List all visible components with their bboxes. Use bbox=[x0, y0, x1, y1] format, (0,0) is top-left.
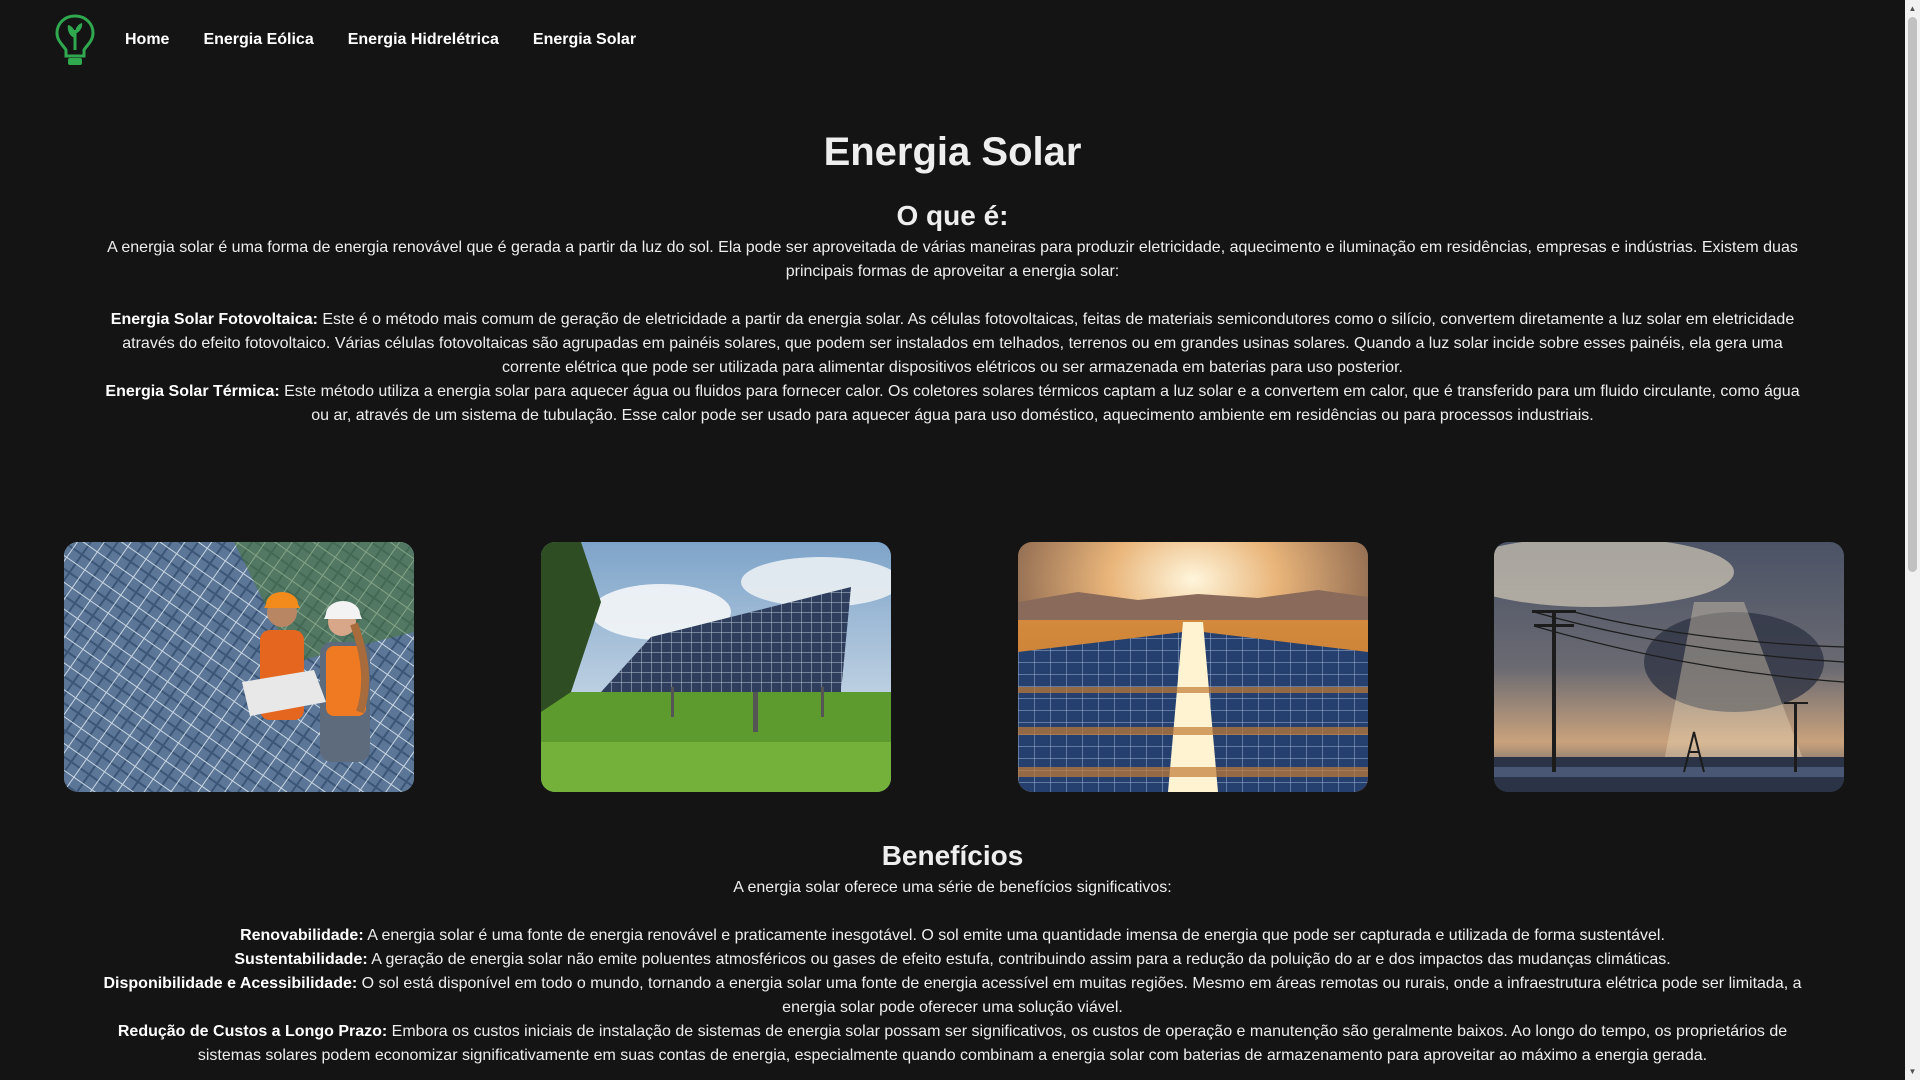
photo-solar-tracker-field bbox=[541, 542, 891, 792]
benefits-heading: Benefícios bbox=[881, 840, 1024, 871]
nav-link-energia-solar[interactable]: Energia Solar bbox=[533, 31, 636, 49]
photovoltaic-paragraph: Energia Solar Fotovoltaica: Este é o mét… bbox=[95, 308, 1810, 380]
thermal-paragraph: Energia Solar Térmica: Este método utili… bbox=[95, 380, 1810, 428]
nav-link-home[interactable]: Home bbox=[125, 31, 169, 49]
benefit-reducao-custos: Redução de Custos a Longo Prazo: Embora … bbox=[95, 1020, 1810, 1068]
scrollbar-thumb[interactable] bbox=[1908, 17, 1917, 572]
benefit-label: Redução de Custos a Longo Prazo: bbox=[117, 1023, 388, 1040]
benefit-label: Disponibilidade e Acessibilidade: bbox=[103, 975, 358, 992]
lightbulb-leaf-icon[interactable] bbox=[55, 14, 95, 66]
benefit-sustentabilidade: Sustentabilidade: A geração de energia s… bbox=[95, 948, 1810, 972]
vertical-scrollbar[interactable]: ▲ ▼ bbox=[1905, 0, 1920, 1080]
benefits-intro: A energia solar oferece uma série de ben… bbox=[733, 879, 1172, 896]
scroll-up-arrow-icon[interactable]: ▲ bbox=[1905, 0, 1920, 17]
photo-gallery bbox=[64, 542, 1844, 792]
benefit-text: Embora os custos iniciais de instalação … bbox=[197, 1023, 1788, 1064]
photovoltaic-text: Este é o método mais comum de geração de… bbox=[122, 311, 1795, 376]
benefit-text: O sol está disponível em todo o mundo, t… bbox=[357, 975, 1802, 1016]
photo-power-lines-sunset bbox=[1494, 542, 1844, 792]
what-is-intro: A energia solar é uma forma de energia r… bbox=[107, 239, 1798, 280]
top-nav: Home Energia Eólica Energia Hidrelétrica… bbox=[55, 14, 670, 66]
nav-link-energia-hidreletrica[interactable]: Energia Hidrelétrica bbox=[348, 31, 499, 49]
page-title: Energia Solar bbox=[823, 130, 1082, 174]
page: Home Energia Eólica Energia Hidrelétrica… bbox=[0, 0, 1905, 1080]
photo-desert-solar-farm bbox=[1018, 542, 1368, 792]
benefit-renovabilidade: Renovabilidade: A energia solar é uma fo… bbox=[95, 924, 1810, 948]
photo-engineers-solar-panels bbox=[64, 542, 414, 792]
thermal-text: Este método utiliza a energia solar para… bbox=[279, 383, 1800, 424]
benefit-text: A geração de energia solar não emite pol… bbox=[367, 951, 1671, 968]
scroll-down-arrow-icon[interactable]: ▼ bbox=[1905, 1063, 1920, 1080]
benefit-label: Renovabilidade: bbox=[240, 927, 364, 944]
photovoltaic-label: Energia Solar Fotovoltaica: bbox=[110, 311, 318, 328]
benefit-label: Sustentabilidade: bbox=[234, 951, 368, 968]
benefit-text: A energia solar é uma fonte de energia r… bbox=[363, 927, 1665, 944]
benefits-section: Benefícios A energia solar oferece uma s… bbox=[95, 836, 1810, 1068]
thermal-label: Energia Solar Térmica: bbox=[105, 383, 280, 400]
nav-link-energia-eolica[interactable]: Energia Eólica bbox=[203, 31, 313, 49]
intro-section: Energia Solar O que é: A energia solar é… bbox=[95, 120, 1810, 428]
what-is-heading: O que é: bbox=[896, 200, 1009, 231]
benefit-disponibilidade: Disponibilidade e Acessibilidade: O sol … bbox=[95, 972, 1810, 1020]
